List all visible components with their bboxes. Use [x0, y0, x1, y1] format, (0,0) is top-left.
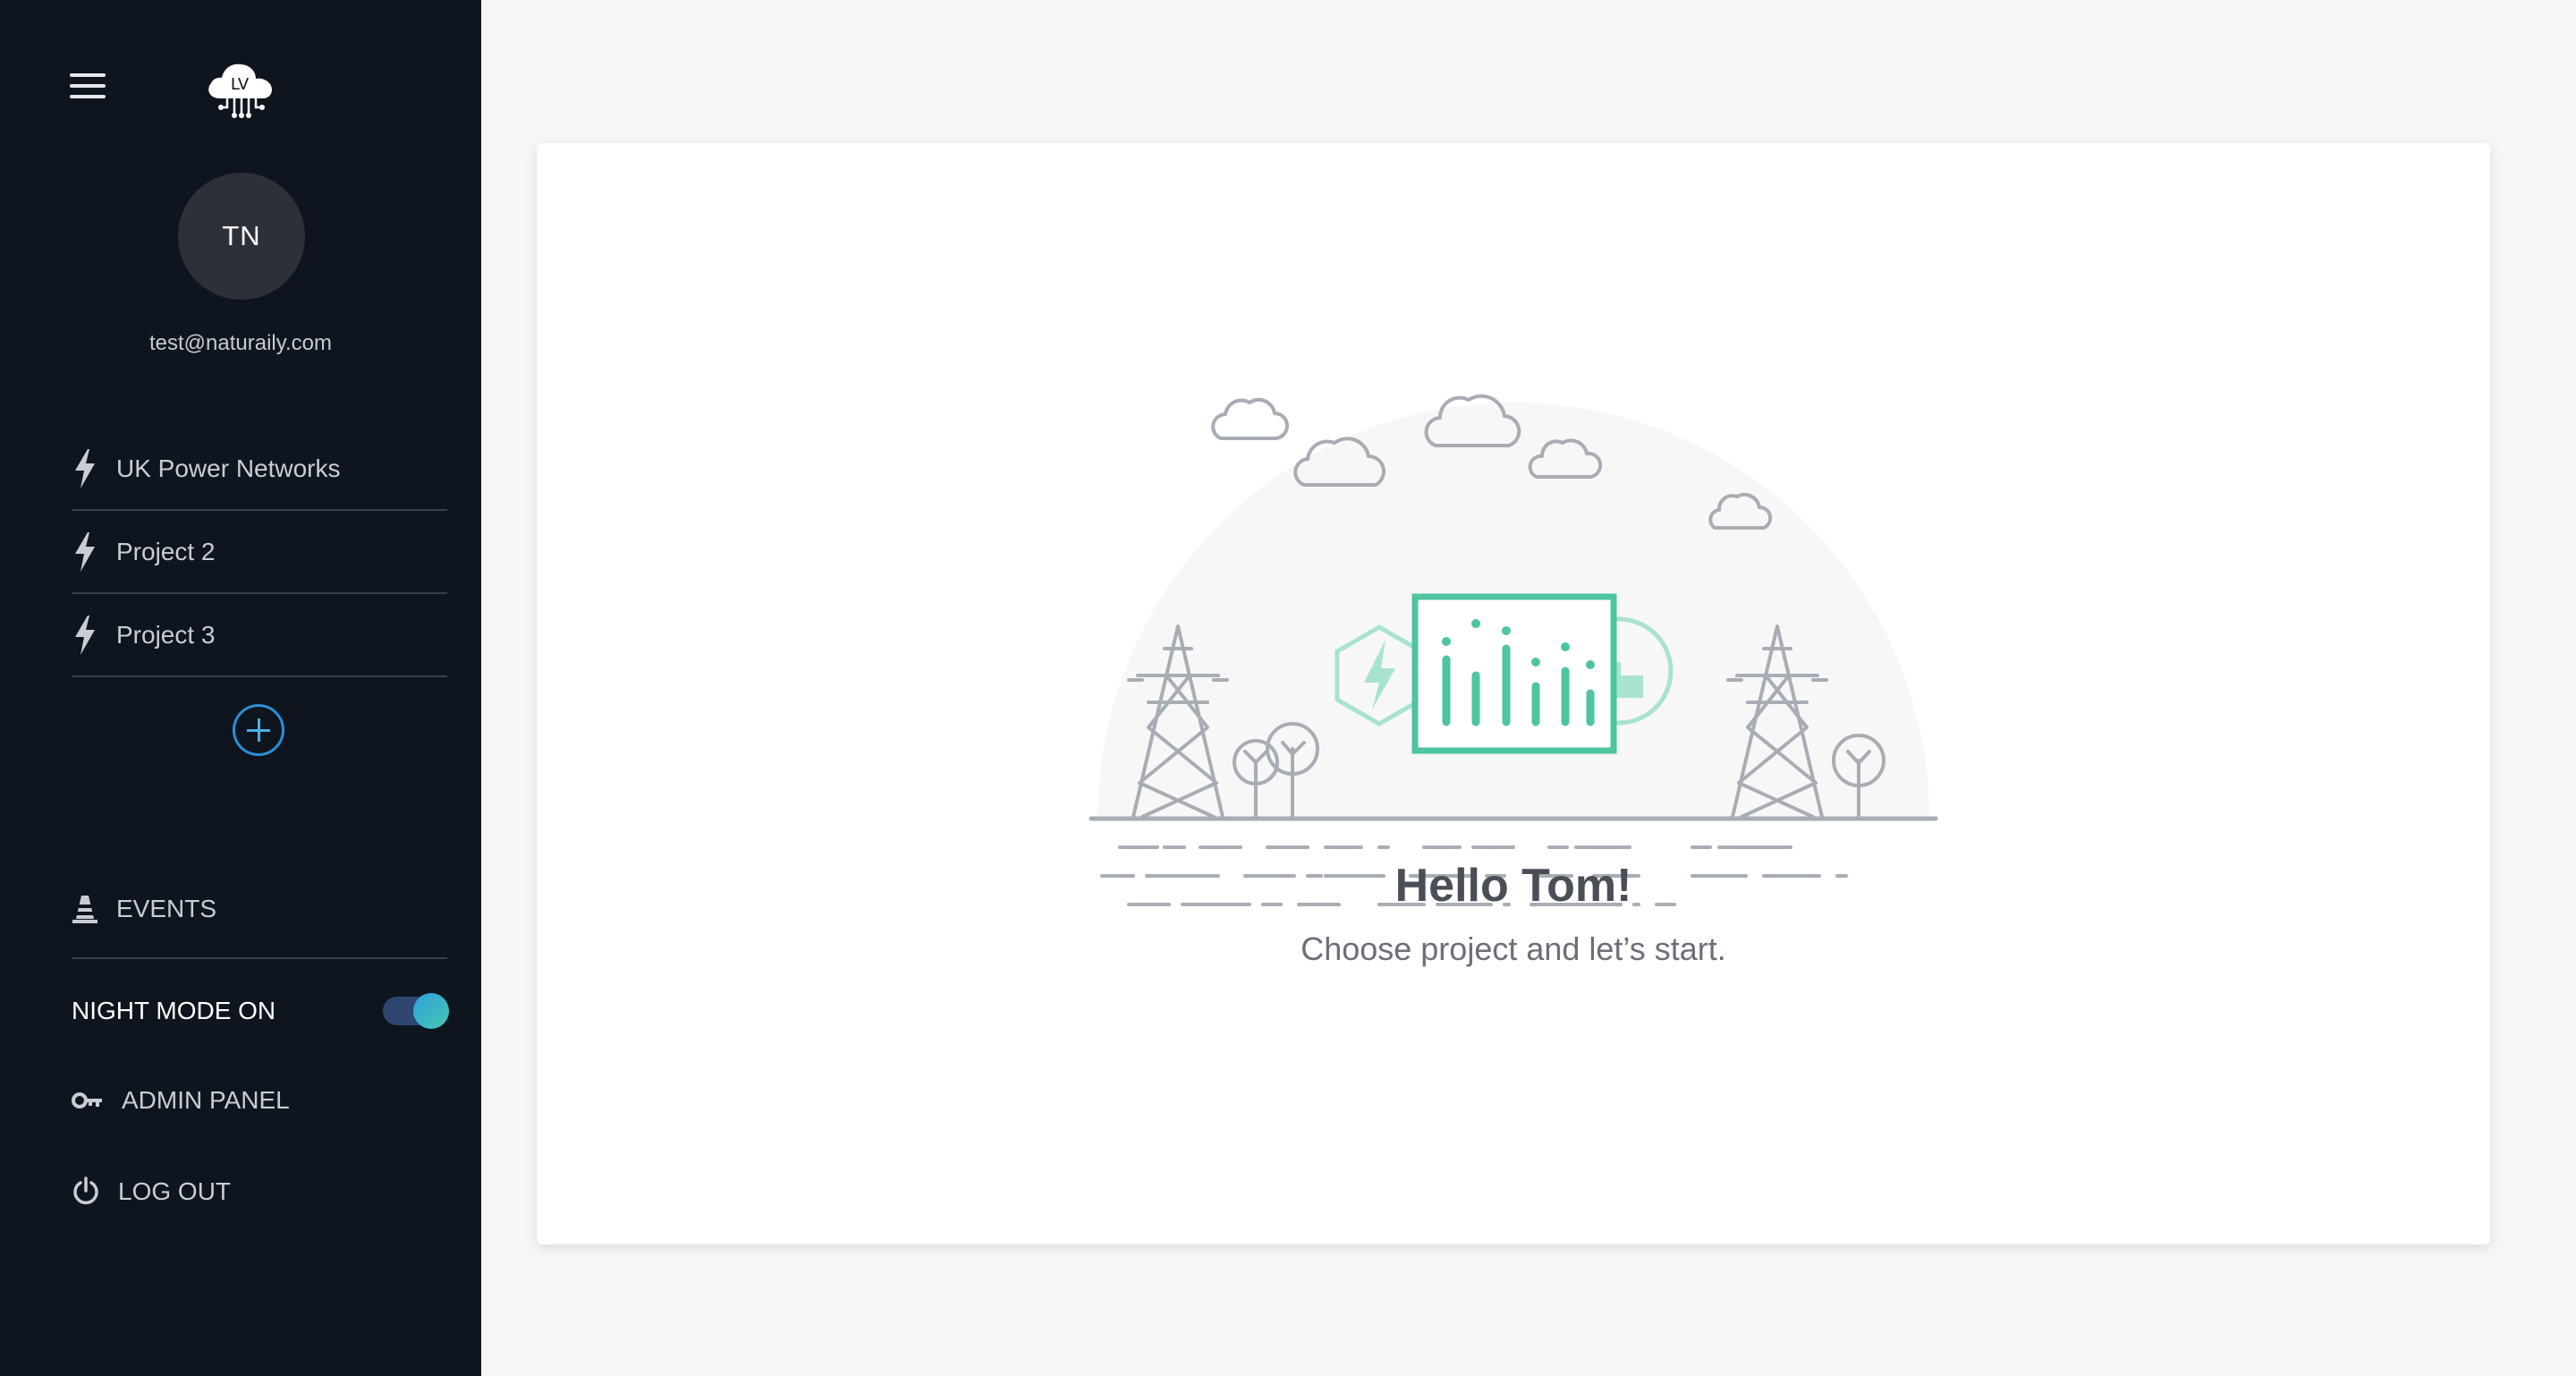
user-email: test@naturaily.com — [149, 331, 332, 355]
greeting-subtitle: Choose project and let’s start. — [1301, 930, 1726, 967]
lightning-icon — [75, 615, 95, 655]
avatar[interactable]: TN — [178, 173, 305, 300]
sidebar: LV TN test@naturaily.com UK Power Networ… — [0, 0, 481, 1376]
traffic-cone-icon — [72, 896, 97, 923]
night-mode-row: NIGHT MODE ON — [72, 984, 449, 1038]
project-label: UK Power Networks — [116, 454, 341, 482]
power-icon — [73, 1176, 98, 1205]
project-item-project-3[interactable]: Project 3 — [72, 594, 447, 677]
events-label: EVENTS — [116, 895, 217, 922]
project-list: UK Power Networks Project 2 Project 3 — [72, 428, 447, 677]
avatar-initials: TN — [222, 220, 261, 251]
welcome-card: Hello Tom! Choose project and let’s star… — [537, 143, 2490, 1244]
logout-label: LOG OUT — [118, 1177, 232, 1205]
admin-panel-label: ADMIN PANEL — [122, 1086, 290, 1114]
night-mode-toggle[interactable] — [383, 993, 449, 1029]
night-mode-label: NIGHT MODE ON — [72, 997, 276, 1024]
cloud-logo-icon: LV — [208, 64, 272, 118]
add-project-button[interactable] — [233, 704, 284, 756]
admin-panel-menu-item[interactable]: ADMIN PANEL — [72, 1074, 447, 1127]
lightning-icon — [75, 448, 95, 488]
project-item-project-2[interactable]: Project 2 — [72, 511, 447, 594]
project-label: Project 3 — [116, 620, 216, 649]
greeting-heading: Hello Tom! — [1394, 860, 1632, 912]
events-menu-item[interactable]: EVENTS — [72, 882, 447, 936]
hamburger-menu-icon[interactable] — [70, 73, 106, 102]
toggle-knob — [413, 993, 449, 1029]
divider — [72, 957, 447, 959]
lightning-icon — [75, 531, 95, 572]
key-icon — [72, 1092, 102, 1108]
logout-menu-item[interactable]: LOG OUT — [72, 1165, 447, 1219]
project-item-uk-power-networks[interactable]: UK Power Networks — [72, 428, 447, 511]
power-grid-illustration — [1089, 394, 1938, 906]
logo-text: LV — [231, 75, 250, 94]
project-label: Project 2 — [116, 537, 216, 565]
